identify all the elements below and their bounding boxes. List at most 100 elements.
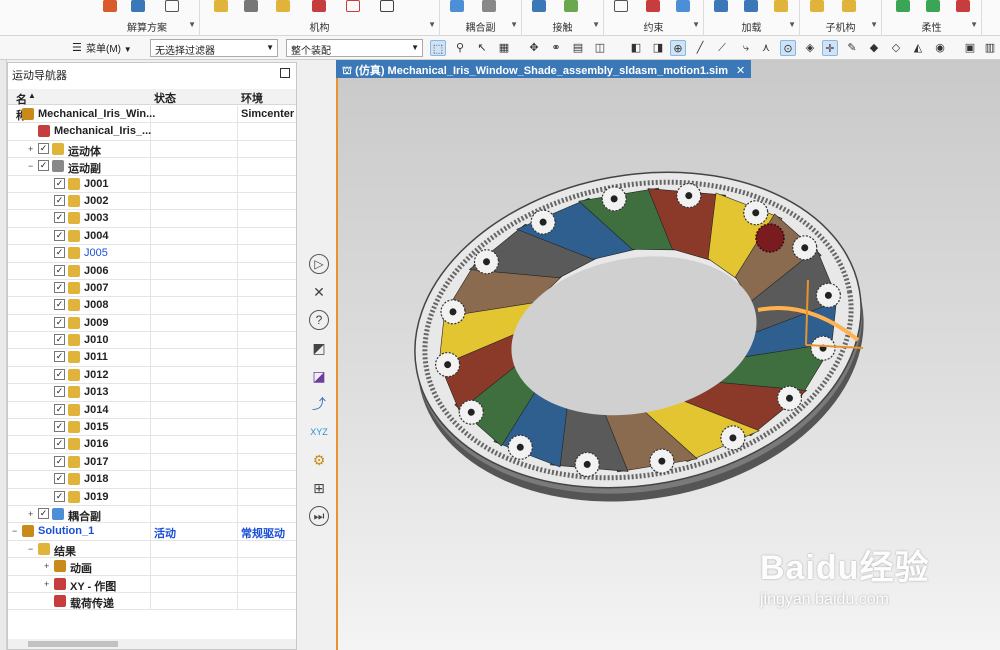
visibility-checkbox[interactable]: ✓ bbox=[54, 438, 65, 450]
column-status[interactable]: 状态 bbox=[154, 90, 176, 106]
box-icon[interactable]: ◧ bbox=[628, 40, 644, 56]
xyz-icon[interactable]: XYZ bbox=[309, 422, 329, 442]
navigator-row[interactable]: ✓ J002 bbox=[8, 192, 296, 211]
visibility-checkbox[interactable]: ✓ bbox=[54, 316, 65, 328]
visibility-checkbox[interactable]: ✓ bbox=[54, 403, 65, 415]
ribbon-group-submechanism[interactable]: 子机构 ▼ bbox=[800, 0, 882, 36]
move-icon[interactable]: ✥ bbox=[526, 40, 542, 56]
horizontal-scrollbar[interactable] bbox=[8, 639, 296, 649]
navigator-row[interactable]: ✓ J013 bbox=[8, 384, 296, 402]
navigator-row[interactable]: ✓ J018 bbox=[8, 471, 296, 489]
chevron-down-icon[interactable]: ▼ bbox=[428, 20, 436, 29]
navigator-row[interactable]: + XY - 作图 bbox=[8, 575, 296, 593]
ribbon-group-mechanism[interactable]: 机构 ▼ bbox=[200, 0, 440, 36]
chevron-down-icon[interactable]: ▼ bbox=[788, 20, 796, 29]
visibility-checkbox[interactable]: ✓ bbox=[54, 212, 65, 224]
navigator-row[interactable]: ✓ J011 bbox=[8, 349, 296, 367]
column-env[interactable]: 环境 bbox=[241, 90, 263, 106]
cube-icon[interactable]: ◨ bbox=[650, 40, 666, 56]
navigator-row[interactable]: ✓ J016 bbox=[8, 436, 296, 454]
close-icon[interactable]: ✕ bbox=[309, 282, 329, 302]
collapse-icon[interactable]: − bbox=[12, 527, 20, 536]
visibility-checkbox[interactable]: ✓ bbox=[54, 421, 65, 433]
point-on-surface-icon[interactable]: ◇ bbox=[888, 40, 904, 56]
viewport-tab[interactable]: ⛫ (仿真) Mechanical_Iris_Window_Shade_asse… bbox=[336, 60, 752, 78]
expand-icon[interactable]: + bbox=[44, 562, 52, 571]
menu-button[interactable]: 菜单(M) ▼ bbox=[86, 40, 132, 56]
chevron-down-icon[interactable]: ▼ bbox=[870, 20, 878, 29]
visibility-checkbox[interactable]: ✓ bbox=[54, 194, 65, 206]
navigator-row[interactable]: Mechanical_Iris_... bbox=[8, 123, 296, 141]
navigator-row[interactable]: + ✓ 耦合副 bbox=[8, 505, 296, 524]
chevron-down-icon[interactable]: ▼ bbox=[692, 20, 700, 29]
navigator-row[interactable]: − 结果 bbox=[8, 540, 296, 559]
chevron-down-icon[interactable]: ▼ bbox=[592, 20, 600, 29]
visibility-checkbox[interactable]: ✓ bbox=[54, 334, 65, 346]
navigator-row[interactable]: ✓ J004 bbox=[8, 227, 296, 246]
expand-icon[interactable]: + bbox=[28, 509, 36, 518]
selection-filter-dropdown[interactable]: 无选择过滤器 ▼ bbox=[150, 39, 278, 57]
link-select-icon[interactable]: ⚭ bbox=[548, 40, 564, 56]
sim-icon[interactable]: ⚙ bbox=[309, 450, 329, 470]
face-icon[interactable]: ▤ bbox=[570, 40, 586, 56]
visibility-checkbox[interactable]: ✓ bbox=[54, 386, 65, 398]
select-icon[interactable]: ⬚ bbox=[430, 40, 446, 56]
navigator-row[interactable]: + ✓ 运动体 bbox=[8, 140, 296, 159]
chevron-down-icon[interactable]: ▼ bbox=[188, 20, 196, 29]
ribbon-group-load[interactable]: 加载 ▼ bbox=[704, 0, 800, 36]
navigator-row[interactable]: ✓ J009 bbox=[8, 314, 296, 333]
expand-icon[interactable]: + bbox=[44, 579, 52, 588]
play-icon[interactable]: ▷ bbox=[309, 254, 329, 274]
navigator-row[interactable]: ✓ J008 bbox=[8, 297, 296, 315]
navigator-row[interactable]: ✓ J017 bbox=[8, 453, 296, 472]
display-icon[interactable]: ◪ bbox=[309, 366, 329, 386]
grid-view-icon[interactable]: ▥ bbox=[982, 40, 998, 56]
point-on-face-icon[interactable]: ◆ bbox=[866, 40, 882, 56]
circle-center-icon[interactable]: ⊙ bbox=[780, 40, 796, 56]
visibility-checkbox[interactable]: ✓ bbox=[54, 351, 65, 363]
pen-icon[interactable]: ✎ bbox=[844, 40, 860, 56]
ribbon-group-constraint[interactable]: 约束 ▼ bbox=[604, 0, 704, 36]
visibility-checkbox[interactable]: ✓ bbox=[54, 368, 65, 380]
navigator-row[interactable]: ✓ J007 bbox=[8, 279, 296, 298]
ribbon-group-coupler[interactable]: 耦合副 ▼ bbox=[440, 0, 522, 36]
step-icon[interactable]: ⏭ bbox=[309, 506, 329, 526]
chevron-down-icon[interactable]: ▼ bbox=[510, 20, 518, 29]
line-icon[interactable]: ╱ bbox=[692, 40, 708, 56]
chevron-down-icon[interactable]: ▼ bbox=[970, 20, 978, 29]
navigator-row[interactable]: ✓ J012 bbox=[8, 366, 296, 385]
cube-icon[interactable]: ◩ bbox=[309, 338, 329, 358]
visibility-checkbox[interactable]: ✓ bbox=[54, 247, 65, 259]
visibility-checkbox[interactable]: ✓ bbox=[38, 507, 49, 519]
visibility-checkbox[interactable]: ✓ bbox=[54, 229, 65, 241]
curve-icon[interactable]: ⟋ bbox=[714, 40, 730, 56]
navigator-row[interactable]: − Solution_1 活动 常规驱动 bbox=[8, 523, 296, 541]
help-icon[interactable]: ? bbox=[309, 310, 329, 330]
navigator-row[interactable]: + 动画 bbox=[8, 558, 296, 576]
intersect-icon[interactable]: ⋏ bbox=[758, 40, 774, 56]
navigator-row[interactable]: ✓ J019 bbox=[8, 488, 296, 506]
view-icon[interactable]: ◉ bbox=[932, 40, 948, 56]
visibility-checkbox[interactable]: ✓ bbox=[54, 281, 65, 293]
navigator-row[interactable]: ✓ J014 bbox=[8, 401, 296, 420]
visibility-checkbox[interactable]: ✓ bbox=[54, 490, 65, 502]
arc-icon[interactable]: ⤷ bbox=[738, 40, 754, 56]
expand-icon[interactable]: + bbox=[28, 144, 36, 153]
collapse-icon[interactable]: − bbox=[28, 544, 36, 553]
navigator-row[interactable]: ✓ J006 bbox=[8, 262, 296, 280]
visibility-checkbox[interactable]: ✓ bbox=[38, 160, 49, 172]
ribbon-group-solution[interactable]: 解算方案 ▼ bbox=[95, 0, 200, 36]
navigator-row[interactable]: ✓ J001 bbox=[8, 175, 296, 193]
navigator-row[interactable]: ✓ J005 bbox=[8, 245, 296, 263]
visibility-checkbox[interactable]: ✓ bbox=[54, 177, 65, 189]
solid-icon[interactable]: ◫ bbox=[592, 40, 608, 56]
navigator-row[interactable]: ✓ J003 bbox=[8, 210, 296, 228]
navigator-row[interactable]: 载荷传递 bbox=[8, 592, 296, 611]
assembly-scope-dropdown[interactable]: 整个装配 ▼ bbox=[286, 39, 423, 57]
bounded-icon[interactable]: ◭ bbox=[910, 40, 926, 56]
deselect-icon[interactable]: ↖ bbox=[474, 40, 490, 56]
ribbon-group-flexible[interactable]: 柔性 ▼ bbox=[882, 0, 982, 36]
navigator-row[interactable]: Mechanical_Iris_Win... Simcenter bbox=[8, 106, 296, 124]
snap-center-icon[interactable]: ⊕ bbox=[670, 40, 686, 56]
visibility-checkbox[interactable]: ✓ bbox=[54, 299, 65, 311]
